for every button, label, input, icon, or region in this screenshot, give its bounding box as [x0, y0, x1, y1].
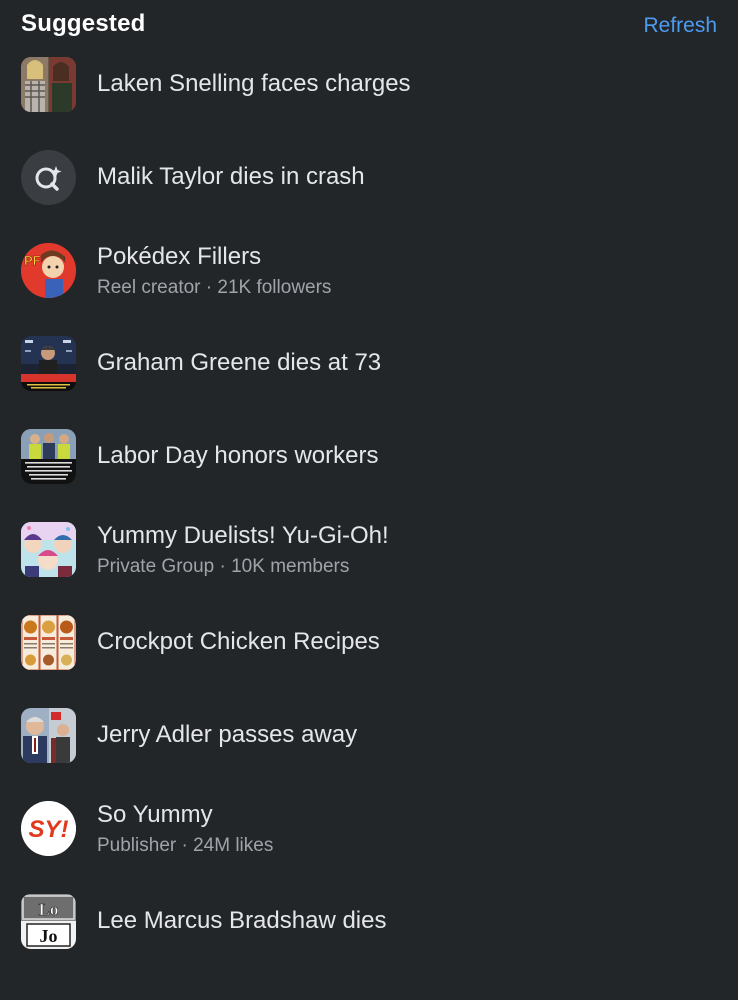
- meta-ai-search-icon: [21, 150, 76, 205]
- item-title: Graham Greene dies at 73: [97, 349, 382, 376]
- list-item[interactable]: Crockpot Chicken Recipes: [0, 615, 738, 671]
- list-item[interactable]: Graham Greene dies at 73: [0, 336, 738, 392]
- item-title: Crockpot Chicken Recipes: [97, 628, 380, 655]
- suggested-list: Laken Snelling faces charges Malik Taylo…: [0, 0, 738, 1000]
- list-item[interactable]: SY! So Yummy Publisher · 24M likes: [0, 801, 738, 857]
- photo-thumbnail-lo-jo-logo: Lo Jo: [21, 894, 76, 949]
- list-item[interactable]: PF Pokédex Fillers Reel creator · 21K fo…: [0, 243, 738, 299]
- list-item[interactable]: Malik Taylor dies in crash: [0, 150, 738, 206]
- photo-thumbnail-man-at-event: [21, 336, 76, 391]
- item-subtitle: Reel creator · 21K followers: [97, 277, 332, 298]
- item-title: Laken Snelling faces charges: [97, 70, 411, 97]
- item-title: Malik Taylor dies in crash: [97, 163, 365, 190]
- item-title: Yummy Duelists! Yu-Gi-Oh!: [97, 522, 389, 549]
- item-title: Pokédex Fillers: [97, 243, 262, 270]
- list-item[interactable]: Laken Snelling faces charges: [0, 57, 738, 113]
- item-subtitle: Private Group · 10K members: [97, 556, 350, 577]
- item-title: Jerry Adler passes away: [97, 721, 358, 748]
- pokedex-fillers-avatar: PF: [21, 243, 76, 298]
- photo-thumbnail-older-man: [21, 708, 76, 763]
- list-item[interactable]: Labor Day honors workers: [0, 429, 738, 485]
- photo-thumbnail-two-women: [21, 57, 76, 112]
- avatar-text: PF: [24, 253, 41, 268]
- item-title: Labor Day honors workers: [97, 442, 379, 469]
- group-avatar-anime: [21, 522, 76, 577]
- svg-text:Lo: Lo: [39, 900, 59, 919]
- list-item[interactable]: Jerry Adler passes away: [0, 708, 738, 764]
- photo-thumbnail-people-with-caption: [21, 429, 76, 484]
- avatar-text: SY!: [28, 816, 68, 843]
- list-item[interactable]: Lo Jo Lee Marcus Bradshaw dies: [0, 894, 738, 950]
- item-title: Lee Marcus Bradshaw dies: [97, 907, 387, 934]
- item-title: So Yummy: [97, 801, 213, 828]
- item-subtitle: Publisher · 24M likes: [97, 835, 274, 856]
- photo-thumbnail-recipes: [21, 615, 76, 670]
- svg-text:Jo: Jo: [40, 926, 58, 946]
- so-yummy-logo: SY!: [21, 801, 76, 856]
- list-item[interactable]: Yummy Duelists! Yu-Gi-Oh! Private Group …: [0, 522, 738, 578]
